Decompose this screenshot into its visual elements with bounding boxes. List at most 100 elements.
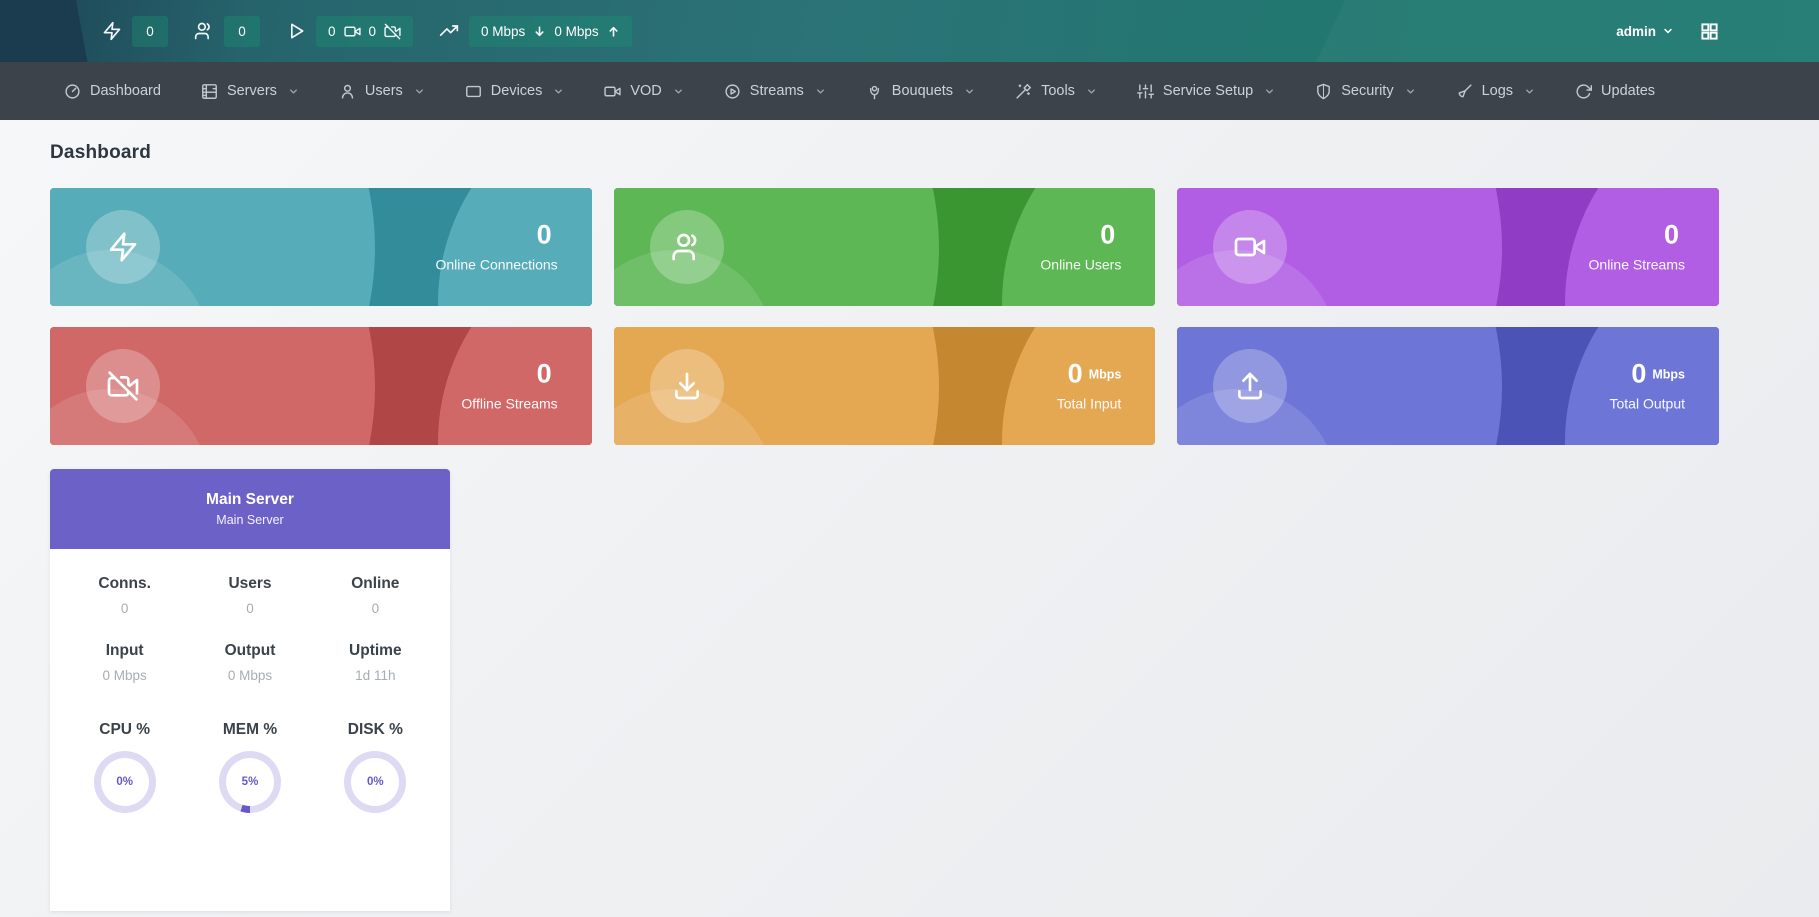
servers-icon — [201, 83, 218, 100]
stat-card-online-connections: 0 Online Connections — [50, 188, 592, 306]
connections-badge: 0 — [132, 16, 168, 47]
chevron-down-icon — [553, 86, 564, 97]
updates-icon — [1575, 83, 1592, 100]
arrow-up-icon — [607, 25, 620, 38]
dashboard-icon — [64, 83, 81, 100]
service-setup-icon — [1137, 83, 1154, 100]
nav-item-servers[interactable]: Servers — [185, 74, 315, 109]
chevron-down-icon — [288, 86, 299, 97]
page-content: Dashboard 0 Online Connections 0 — [0, 120, 1819, 911]
users-icon — [194, 21, 214, 41]
stat-label: Online Connections — [435, 257, 557, 273]
nav-item-tools[interactable]: Tools — [999, 74, 1113, 109]
connections-stat[interactable]: 0 — [102, 16, 168, 47]
chevron-down-icon — [414, 86, 425, 97]
mem-gauge: MEM % 5% — [187, 721, 312, 813]
server-gauges: CPU % 0% MEM % 5% DISK % 0% — [62, 721, 438, 813]
server-card-header: Main Server Main Server — [50, 469, 450, 549]
stat-label: Total Output — [1610, 396, 1686, 412]
chevron-down-icon — [673, 86, 684, 97]
arrow-down-icon — [533, 25, 546, 38]
server-stat-uptime: Uptime 1d 11h — [313, 642, 438, 683]
user-menu[interactable]: admin — [1616, 24, 1674, 39]
stat-value: 0 — [1040, 222, 1121, 249]
stat-label: Online Users — [1040, 257, 1121, 273]
stat-card-offline-streams: 0 Offline Streams — [50, 327, 592, 445]
streams-offline-count: 0 — [369, 24, 377, 39]
stat-card-total-input: 0Mbps Total Input — [614, 327, 1156, 445]
topbar: 0 0 0 0 — [0, 0, 1819, 62]
chevron-down-icon — [1405, 86, 1416, 97]
stat-card-online-streams: 0 Online Streams — [1177, 188, 1719, 306]
bolt-icon — [102, 21, 122, 41]
security-icon — [1315, 83, 1332, 100]
disk-gauge: DISK % 0% — [313, 721, 438, 813]
stat-value: 0Mbps — [1057, 361, 1122, 388]
video-icon — [1213, 210, 1287, 284]
stat-card-total-output: 0Mbps Total Output — [1177, 327, 1719, 445]
user-icon — [339, 83, 356, 100]
nav-item-logs[interactable]: Logs — [1440, 74, 1551, 109]
bandwidth-up: 0 Mbps — [554, 24, 598, 39]
nav-item-security[interactable]: Security — [1299, 74, 1431, 109]
server-title: Main Server — [206, 491, 294, 509]
main-nav: Dashboard Servers Users Devices VOD Stre… — [0, 62, 1819, 120]
bandwidth-down: 0 Mbps — [481, 24, 525, 39]
nav-item-vod[interactable]: VOD — [588, 74, 699, 109]
cpu-gauge: CPU % 0% — [62, 721, 187, 813]
upload-icon — [1213, 349, 1287, 423]
mem-gauge-ring: 5% — [219, 751, 281, 813]
server-card: Main Server Main Server Conns. 0 Users 0… — [50, 469, 450, 911]
server-stats: Conns. 0 Users 0 Online 0 Input 0 Mbps O… — [62, 575, 438, 683]
stat-label: Online Streams — [1589, 257, 1685, 273]
apps-grid-icon[interactable] — [1700, 22, 1719, 41]
bandwidth-stat[interactable]: 0 Mbps 0 Mbps — [439, 16, 632, 47]
server-stat-output: Output 0 Mbps — [187, 642, 312, 683]
bandwidth-badge: 0 Mbps 0 Mbps — [469, 16, 632, 47]
nav-item-dashboard[interactable]: Dashboard — [48, 74, 177, 109]
stat-cards-grid: 0 Online Connections 0 Online Users — [50, 188, 1719, 445]
nav-item-updates[interactable]: Updates — [1559, 74, 1671, 109]
logs-icon — [1456, 83, 1473, 100]
stat-card-online-users: 0 Online Users — [614, 188, 1156, 306]
chevron-down-icon — [1086, 86, 1097, 97]
disk-gauge-ring: 0% — [344, 751, 406, 813]
video-off-icon — [86, 349, 160, 423]
nav-item-streams[interactable]: Streams — [708, 74, 842, 109]
chevron-down-icon — [1662, 25, 1674, 37]
server-stat-online: Online 0 — [313, 575, 438, 616]
chevron-down-icon — [964, 86, 975, 97]
stat-value: 0 — [1589, 222, 1685, 249]
online-users-badge: 0 — [224, 16, 260, 47]
stat-value: 0Mbps — [1610, 361, 1686, 388]
nav-item-users[interactable]: Users — [323, 74, 441, 109]
server-stat-users: Users 0 — [187, 575, 312, 616]
vod-icon — [604, 83, 621, 100]
chevron-down-icon — [815, 86, 826, 97]
video-icon — [344, 23, 361, 40]
server-subtitle: Main Server — [216, 513, 283, 527]
server-stat-conns: Conns. 0 — [62, 575, 187, 616]
users-icon — [650, 210, 724, 284]
nav-item-bouquets[interactable]: Bouquets — [850, 74, 991, 109]
stat-value: 0 — [461, 361, 557, 388]
download-icon — [650, 349, 724, 423]
play-icon — [286, 21, 306, 41]
streams-badge: 0 0 — [316, 16, 413, 47]
devices-icon — [465, 83, 482, 100]
chevron-down-icon — [1524, 86, 1535, 97]
streams-icon — [724, 83, 741, 100]
nav-item-service-setup[interactable]: Service Setup — [1121, 74, 1291, 109]
streams-online-count: 0 — [328, 24, 336, 39]
online-users-stat[interactable]: 0 — [194, 16, 260, 47]
user-menu-label: admin — [1616, 24, 1656, 39]
nav-item-devices[interactable]: Devices — [449, 74, 581, 109]
chevron-down-icon — [1264, 86, 1275, 97]
stat-value: 0 — [435, 222, 557, 249]
bouquets-icon — [866, 83, 883, 100]
trending-up-icon — [439, 21, 459, 41]
page-title: Dashboard — [50, 142, 1719, 164]
streams-stat[interactable]: 0 0 — [286, 16, 413, 47]
bolt-icon — [86, 210, 160, 284]
cpu-gauge-ring: 0% — [94, 751, 156, 813]
